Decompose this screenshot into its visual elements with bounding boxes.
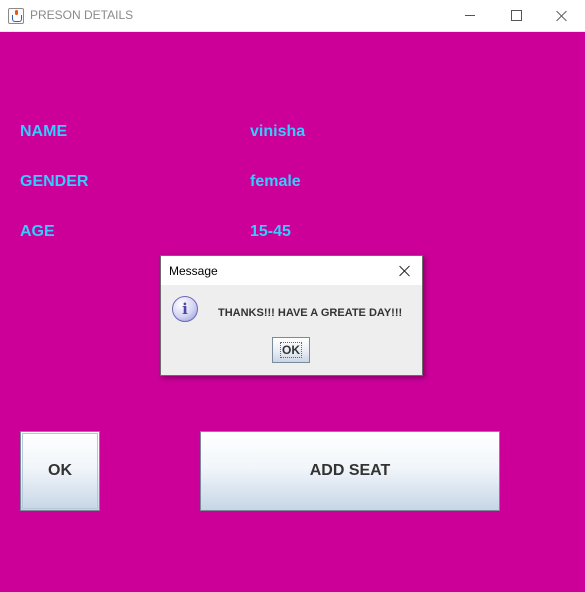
gender-value: female [250, 173, 301, 190]
name-label: NAME [20, 123, 68, 140]
window-title: PRESON DETAILS [30, 8, 134, 22]
maximize-button[interactable] [493, 0, 539, 31]
minimize-button[interactable] [447, 0, 493, 31]
dialog-title: Message [169, 264, 218, 278]
ok-button[interactable]: OK [20, 431, 100, 511]
dialog-ok-button[interactable]: OK [272, 337, 310, 363]
age-value: 15-45 [250, 223, 291, 240]
dialog-close-button[interactable] [394, 260, 416, 282]
add-seat-button[interactable]: ADD SEAT [200, 431, 500, 511]
close-icon [399, 265, 411, 277]
close-window-button[interactable] [539, 0, 585, 31]
close-icon [556, 10, 568, 22]
minimize-icon [465, 15, 475, 16]
gender-label: GENDER [20, 173, 89, 190]
java-cup-icon [8, 8, 24, 24]
window-title-bar[interactable]: PRESON DETAILS [0, 0, 585, 32]
name-value: vinisha [250, 123, 306, 140]
age-label: AGE [20, 223, 55, 240]
dialog-ok-label: OK [280, 342, 302, 358]
maximize-icon [510, 10, 522, 21]
information-icon: i [172, 296, 198, 322]
dialog-message: THANKS!!! HAVE A GREATE DAY!!! [218, 307, 403, 319]
message-dialog: Message i THANKS!!! HAVE A GREATE DAY!!!… [160, 255, 423, 376]
dialog-title-bar[interactable]: Message [161, 256, 422, 285]
